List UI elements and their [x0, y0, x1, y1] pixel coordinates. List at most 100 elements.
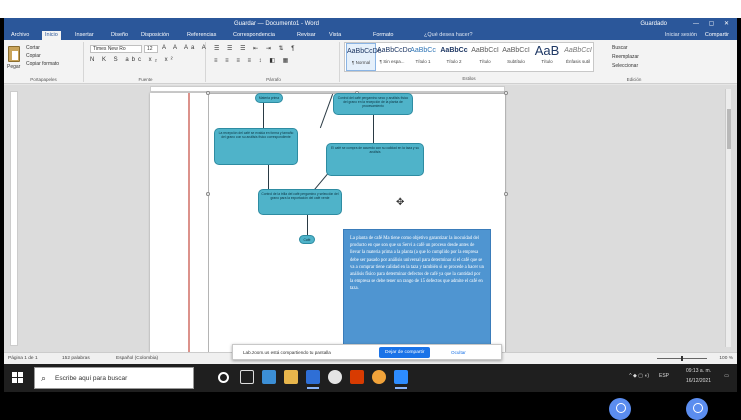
style-normal[interactable]: AaBbCcDc ¶ Normal [346, 43, 381, 71]
resize-handle[interactable] [504, 192, 508, 196]
tab-disposicion[interactable]: Disposición [138, 31, 172, 40]
horizontal-ruler [150, 86, 505, 92]
paste-button[interactable]: Pegar [7, 64, 20, 70]
title-bar: Guardar — Documento1 - Word Guardado — ▢… [4, 18, 737, 30]
font-label: Fuente [138, 77, 153, 82]
tab-insertar[interactable]: Insertar [72, 31, 97, 40]
stop-sharing-button[interactable]: Dejar de compartir [379, 347, 431, 358]
search-placeholder: Escribe aquí para buscar [55, 375, 128, 382]
scrollbar-thumb[interactable] [727, 109, 731, 149]
edge-icon[interactable] [262, 370, 276, 384]
vertical-scrollbar[interactable] [725, 89, 731, 347]
cortana-icon[interactable] [218, 372, 229, 383]
tray-icons[interactable]: ^ ◆ ▢ ◖) [629, 373, 649, 379]
format-painter-button[interactable]: Copiar formato [26, 61, 59, 67]
connector-line [373, 115, 374, 143]
screen: Guardar — Documento1 - Word Guardado — ▢… [0, 0, 741, 420]
ribbon: Pegar Cortar Copiar Copiar formato Porta… [4, 40, 737, 84]
tab-vista[interactable]: Vista [326, 31, 344, 40]
windows-start-icon[interactable] [12, 372, 24, 384]
cut-button[interactable]: Cortar [26, 45, 40, 51]
window-title: Guardar — Documento1 - Word [234, 21, 319, 27]
tab-diseno[interactable]: Diseño [108, 31, 131, 40]
resize-handle[interactable] [504, 91, 508, 95]
tab-archivo[interactable]: Archivo [8, 31, 32, 40]
replace-button[interactable]: Reemplazar [612, 54, 639, 60]
tab-inicio[interactable]: Inicio [42, 31, 61, 40]
style-enfasis-sutil[interactable]: AaBbCcI Énfasis sutil [563, 43, 593, 71]
style-sin-espaciado[interactable]: AaBbCcDc ¶ Sin espa... [377, 43, 411, 71]
style-titulo-grande[interactable]: AaB Título [532, 43, 562, 71]
zoom-slider-knob[interactable] [681, 356, 683, 361]
find-button[interactable]: Buscar [612, 45, 628, 51]
select-button[interactable]: Seleccionar [612, 63, 638, 69]
connector-line [307, 215, 308, 235]
tab-correspondencia[interactable]: Correspondencia [230, 31, 278, 40]
word-count[interactable]: 152 palabras [62, 353, 90, 364]
firefox-icon[interactable] [372, 370, 386, 384]
clipboard-group: Pegar Cortar Copiar Copiar formato Porta… [4, 42, 84, 82]
taskbar-search[interactable]: ⌕ Escribe aquí para buscar [34, 367, 194, 389]
page-count[interactable]: Página 1 de 1 [8, 353, 38, 364]
share-message: Lab.zoom.us está compartiendo tu pantall… [243, 350, 331, 355]
word-window: Guardar — Documento1 - Word Guardado — ▢… [4, 18, 737, 364]
office-icon[interactable] [350, 370, 364, 384]
input-language[interactable]: ESP [659, 373, 669, 379]
connector-line [263, 103, 264, 128]
paste-icon[interactable] [8, 46, 20, 62]
move-cursor-icon: ✥ [396, 197, 405, 208]
diagram-node[interactable]: El café se compra de acuerdo con su cali… [326, 143, 424, 176]
account-link[interactable]: Iniciar sesión [665, 31, 697, 40]
hide-button[interactable]: Ocultar [451, 346, 466, 360]
file-explorer-icon[interactable] [284, 370, 298, 384]
style-titulo-1[interactable]: AaBbCc Título 1 [408, 43, 438, 71]
clock-time[interactable]: 09:13 a. m. [686, 368, 711, 374]
task-view-icon[interactable] [240, 370, 254, 384]
chrome-icon[interactable] [328, 370, 342, 384]
document-page[interactable]: Materia prima Control del café pergamino… [150, 91, 508, 357]
copy-button[interactable]: Copiar [26, 53, 41, 59]
notifications-icon[interactable]: ▭ [724, 373, 729, 379]
clipboard-label: Portapapeles [30, 77, 57, 82]
ribbon-tabs: Archivo Inicio Insertar Diseño Disposici… [4, 30, 737, 40]
list-tools[interactable]: ☰ ☰ ☰ ⇤ ⇥ ⇅ ¶ [214, 45, 297, 52]
window-controls[interactable]: — ▢ ✕ [693, 18, 733, 30]
tell-me-search[interactable]: ¿Qué desea hacer? [424, 31, 473, 40]
diagram-node[interactable]: La recepción del café se evalúa en forma… [214, 128, 298, 165]
resize-handle[interactable] [206, 192, 210, 196]
search-icon: ⌕ [41, 373, 47, 383]
proofing-language[interactable]: Español (Colombia) [116, 353, 158, 364]
alignment-tools[interactable]: ≡ ≡ ≡ ≡ ↕ ◧ ▦ [214, 57, 291, 64]
style-titulo-2[interactable]: AaBbCc Título 2 [439, 43, 469, 71]
style-titulo[interactable]: AaBbCcI Título [470, 43, 500, 71]
styles-label: Estilos [462, 76, 476, 81]
tab-revisar[interactable]: Revisar [294, 31, 319, 40]
tab-formato[interactable]: Formato [370, 31, 396, 40]
paragraph-group: ☰ ☰ ☰ ⇤ ⇥ ⇅ ¶ ≡ ≡ ≡ ≡ ↕ ◧ ▦ Párrafo [208, 42, 340, 82]
zoom-app-icon[interactable] [394, 370, 408, 389]
editing-label: Edición [626, 77, 642, 82]
diagram-node[interactable]: Control de la trilla del café pergamino … [258, 189, 342, 215]
resize-handle[interactable] [206, 91, 210, 95]
margin-line [188, 93, 190, 352]
font-format-tools[interactable]: N K S abc x₂ x² [90, 57, 176, 63]
font-size-tools[interactable]: A A Aa A [162, 45, 209, 51]
paragraph-label: Párrafo [266, 77, 281, 82]
font-size-box[interactable]: 12 [144, 45, 158, 53]
diagram-node[interactable]: Materia prima [255, 93, 283, 103]
tab-referencias[interactable]: Referencias [184, 31, 219, 40]
word-taskbar-icon[interactable] [306, 370, 320, 389]
font-name-box[interactable]: Times New Ro [90, 45, 142, 53]
diagram-node[interactable]: Control del café pergamino seco y anális… [333, 93, 413, 115]
clock-date[interactable]: 16/12/2021 [686, 378, 711, 384]
font-group: Times New Ro 12 A A Aa A N K S abc x₂ x²… [86, 42, 206, 82]
style-subtitulo[interactable]: AaBbCcI Subtítulo [501, 43, 531, 71]
diagram-node[interactable]: Café [299, 235, 315, 244]
zoom-slider[interactable] [657, 356, 707, 361]
share-button[interactable]: Compartir [705, 31, 729, 40]
document-workspace: Materia prima Control del café pergamino… [4, 85, 737, 357]
styles-gallery: AaBbCcDc ¶ Normal AaBbCcDc ¶ Sin espa... A… [344, 42, 594, 81]
screen-share-notification: Lab.zoom.us está compartiendo tu pantall… [232, 344, 502, 360]
paragraph-text-box[interactable]: La planta de café Ma tiene como objetivo… [343, 229, 491, 352]
zoom-level[interactable]: 100 % [719, 353, 733, 364]
